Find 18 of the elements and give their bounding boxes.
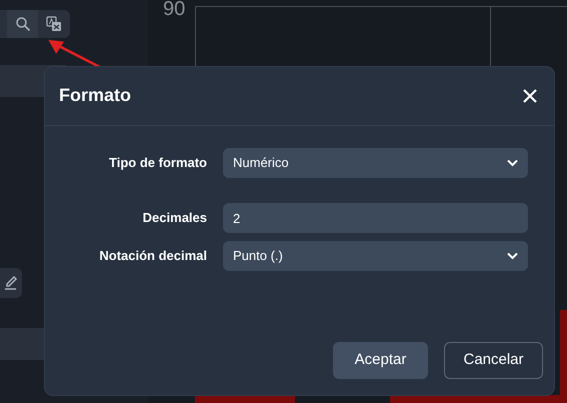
dialog-title: Formato (59, 85, 131, 107)
edit-icon (4, 276, 18, 290)
search-button[interactable] (7, 10, 38, 38)
search-icon (14, 16, 30, 32)
chevron-icon (507, 252, 518, 260)
select-field[interactable]: Numérico (223, 148, 528, 178)
field-label: Tipo de formato (108, 154, 208, 172)
translate-icon (46, 16, 62, 32)
field-label: Decimales (142, 209, 208, 228)
select-field[interactable]: Punto (.) (223, 241, 528, 271)
field-label: Notación decimal (98, 247, 208, 266)
chevron-icon (507, 159, 518, 167)
axis-label: 90 (163, 0, 186, 22)
accept-button[interactable]: Aceptar (333, 342, 428, 379)
edit-button[interactable] (0, 268, 22, 298)
cancel-button[interactable]: Cancelar (444, 342, 543, 379)
input-field[interactable]: 2 (223, 203, 528, 233)
close-icon (523, 89, 537, 103)
